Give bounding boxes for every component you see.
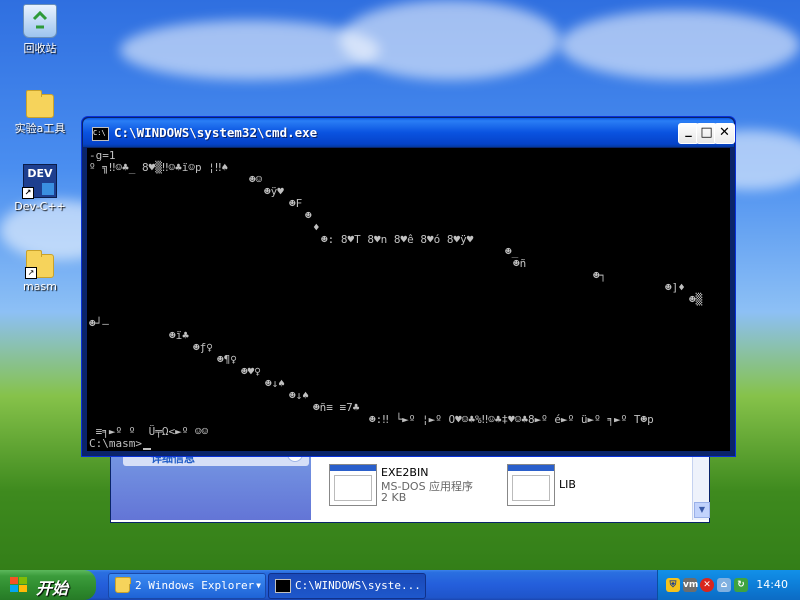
chevron-down-icon: ▼ — [256, 581, 261, 590]
cloud — [560, 10, 800, 80]
dev-cpp-icon: DEV ↗ — [22, 164, 57, 199]
desktop-icon-recycle-bin[interactable]: 回收站 — [5, 4, 75, 56]
prompt-text: C:\masm> — [89, 437, 142, 450]
desktop-icon-label: 实验a工具 — [14, 122, 66, 135]
dev-badge: DEV — [27, 167, 53, 180]
cloud — [120, 20, 380, 80]
console-line: ♦ — [313, 221, 320, 234]
file-name: LIB — [559, 478, 576, 491]
network-error-icon[interactable]: ✕ — [700, 578, 714, 592]
vmware-icon[interactable]: vm — [683, 578, 698, 592]
desktop-icon-dev-cpp[interactable]: DEV ↗ Dev-C++ — [5, 164, 75, 213]
folder-shortcut-icon: ↗ — [25, 250, 54, 279]
console-line: ☻↓♠ — [289, 389, 309, 402]
desktop-icon-experiment-tools[interactable]: 实验a工具 — [5, 88, 75, 136]
file-size: 2 KB — [381, 491, 407, 504]
shortcut-arrow-icon: ↗ — [22, 187, 34, 199]
recycle-bin-icon — [23, 4, 57, 38]
taskbar-button-explorer[interactable]: 2 Windows Explorer ▼ — [108, 573, 266, 599]
console-line: ☻☺ — [249, 173, 263, 186]
cmd-icon — [275, 579, 291, 593]
shortcut-arrow-icon: ↗ — [25, 267, 37, 279]
console-line: ☻┘— — [89, 317, 109, 330]
console-line: ☻ƒ♀ — [193, 341, 213, 354]
console-line: ☻ñ — [513, 257, 527, 270]
desktop-icon-label: Dev-C++ — [14, 200, 66, 213]
console-line: ☻F — [289, 197, 303, 210]
console-line: ☻┐ — [593, 269, 607, 282]
folder-icon — [115, 577, 131, 593]
desktop-icon-masm[interactable]: ↗ masm — [5, 250, 75, 293]
cmd-window[interactable]: C:\ C:\WINDOWS\system32\cmd.exe _ □ ✕ -g… — [82, 117, 735, 456]
window-title: C:\WINDOWS\system32\cmd.exe — [114, 125, 318, 140]
application-icon — [329, 464, 377, 506]
console-line: ☻:‼ └►º ¦►º O♥☺♣%‼☺♣‡♥☺♣8►º é►º ü►º ╕►º … — [369, 413, 654, 426]
taskbar: 开始 2 Windows Explorer ▼ C:\WINDOWS\syste… — [0, 570, 800, 600]
console-output[interactable]: -g=1 º ╗‼☺♣_ 8♥▒‼☺♣ï☺p ¦‼♠ ☻☺ ☻ÿ♥ ☻F ☻ ♦… — [87, 148, 730, 451]
update-icon[interactable]: ↻ — [734, 578, 748, 592]
console-line: ☻ÿ♥ — [264, 185, 284, 198]
dev-square — [42, 183, 54, 195]
console-line: ☻↓♠ — [265, 377, 285, 390]
console-line: ☻ñ≡ ≡7♣ — [313, 401, 360, 414]
start-button[interactable]: 开始 — [0, 570, 96, 600]
scroll-down-button[interactable]: ▼ — [694, 502, 710, 518]
desktop-icon-label: masm — [23, 280, 57, 293]
close-button[interactable]: ✕ — [714, 123, 735, 144]
folder-icon — [26, 90, 54, 118]
taskbar-button-label: 2 Windows Explorer — [135, 579, 255, 592]
cmd-icon[interactable]: C:\ — [92, 127, 109, 141]
console-line: ☻▒ — [689, 293, 703, 306]
desktop-icon-label: 回收站 — [23, 42, 57, 55]
network-icon[interactable]: ⌂ — [717, 578, 731, 592]
security-shield-icon[interactable]: ⛨ — [666, 578, 680, 592]
cmd-titlebar[interactable]: C:\ C:\WINDOWS\system32\cmd.exe _ □ ✕ — [83, 118, 735, 147]
console-line: ☻]♦ — [665, 281, 685, 294]
console-line: ☻ï♣ — [169, 329, 189, 342]
console-line: º ╗‼☺♣_ 8♥▒‼☺♣ï☺p ¦‼♠ — [89, 161, 229, 174]
cloud — [340, 0, 560, 80]
application-icon — [507, 464, 555, 506]
console-line: ☻ — [305, 209, 312, 222]
taskbar-button-cmd[interactable]: C:\WINDOWS\syste... — [268, 573, 426, 599]
system-tray: ⛨ vm ✕ ⌂ ↻ 14:40 — [657, 570, 800, 600]
start-label: 开始 — [36, 579, 69, 598]
windows-logo-icon — [10, 577, 28, 593]
console-line: ☻¶♀ — [217, 353, 237, 366]
text-cursor — [142, 448, 151, 450]
console-line: ☻: 8♥T 8♥n 8♥ê 8♥ó 8♥ÿ♥ — [321, 233, 474, 246]
console-prompt[interactable]: C:\masm> — [89, 438, 151, 450]
console-line: ☻♥♀ — [241, 365, 261, 378]
taskbar-button-label: C:\WINDOWS\syste... — [295, 579, 421, 592]
clock[interactable]: 14:40 — [756, 578, 788, 591]
